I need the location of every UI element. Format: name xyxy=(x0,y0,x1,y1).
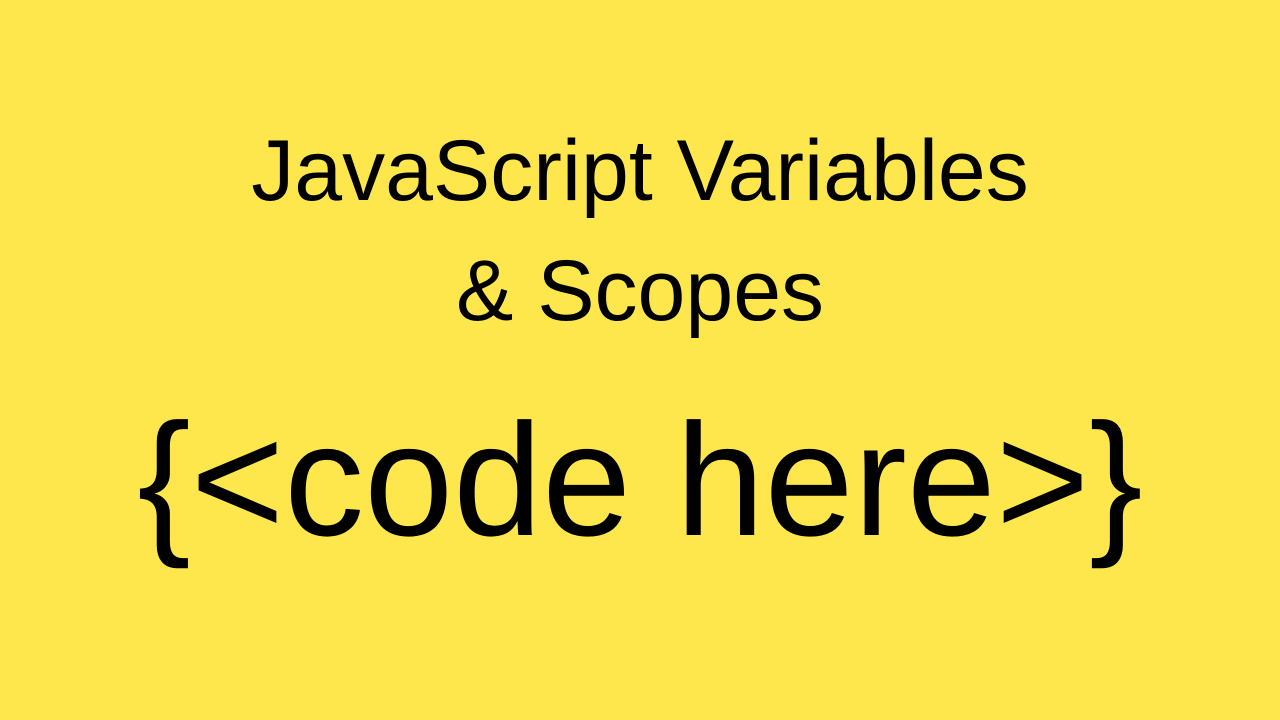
title-line-1: JavaScript Variables xyxy=(251,123,1029,219)
code-placeholder-text: {<code here>} xyxy=(137,390,1143,569)
title-line-2: & Scopes xyxy=(455,243,825,339)
